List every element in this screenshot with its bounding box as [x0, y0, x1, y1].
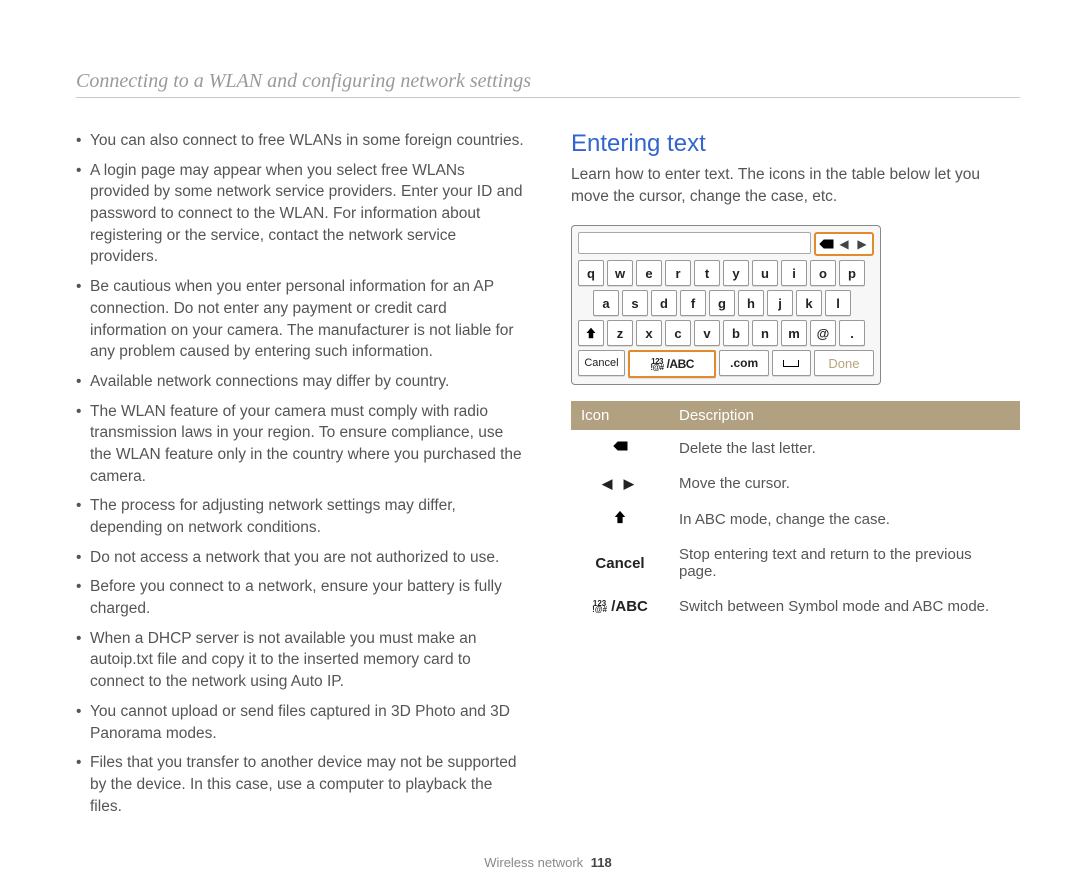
key[interactable]: l: [825, 290, 851, 316]
key[interactable]: v: [694, 320, 720, 346]
bullet-item: You cannot upload or send files captured…: [76, 701, 525, 744]
text-input[interactable]: [578, 232, 811, 254]
table-row: In ABC mode, change the case.: [571, 501, 1020, 537]
table-header-desc: Description: [669, 401, 1020, 430]
done-key[interactable]: Done: [814, 350, 874, 376]
page-number: 118: [591, 855, 612, 870]
sym-main: /ABC: [664, 357, 694, 371]
left-column: You can also connect to free WLANs in so…: [76, 130, 525, 825]
key[interactable]: e: [636, 260, 662, 286]
key[interactable]: m: [781, 320, 807, 346]
cursor-right-key[interactable]: ▶: [853, 235, 871, 253]
key[interactable]: f: [680, 290, 706, 316]
key[interactable]: c: [665, 320, 691, 346]
sym-sub: !@#: [650, 363, 663, 372]
section-intro: Learn how to enter text. The icons in th…: [571, 164, 1020, 207]
key[interactable]: x: [636, 320, 662, 346]
page-footer: Wireless network 118: [76, 825, 1020, 870]
shift-icon: [611, 511, 629, 528]
cursor-left-key[interactable]: ◀: [835, 235, 853, 253]
bullet-item: Do not access a network that you are not…: [76, 547, 525, 569]
table-row: 123 !@# /ABC Switch between Symbol mode …: [571, 589, 1020, 624]
key[interactable]: h: [738, 290, 764, 316]
bullet-item: Before you connect to a network, ensure …: [76, 576, 525, 619]
bullet-item: A login page may appear when you select …: [76, 160, 525, 268]
backspace-key[interactable]: [817, 235, 835, 253]
space-key[interactable]: [772, 350, 811, 376]
key[interactable]: .: [839, 320, 865, 346]
symbol-abc-key[interactable]: 123 !@# /ABC: [628, 350, 717, 378]
table-desc: Delete the last letter.: [669, 430, 1020, 466]
key[interactable]: p: [839, 260, 865, 286]
bullet-item: Available network connections may differ…: [76, 371, 525, 393]
key[interactable]: q: [578, 260, 604, 286]
table-row: Cancel Stop entering text and return to …: [571, 537, 1020, 589]
nav-key-group: ◀ ▶: [814, 232, 874, 256]
cursor-arrows-icon: ◀ ▶: [602, 476, 638, 491]
table-desc: In ABC mode, change the case.: [669, 501, 1020, 537]
bullet-item: Be cautious when you enter personal info…: [76, 276, 525, 363]
dotcom-key[interactable]: .com: [719, 350, 769, 376]
key[interactable]: r: [665, 260, 691, 286]
table-desc: Stop entering text and return to the pre…: [669, 537, 1020, 589]
table-row: ◀ ▶ Move the cursor.: [571, 466, 1020, 501]
key[interactable]: k: [796, 290, 822, 316]
key[interactable]: u: [752, 260, 778, 286]
key[interactable]: s: [622, 290, 648, 316]
cancel-label: Cancel: [571, 537, 669, 589]
bullet-item: You can also connect to free WLANs in so…: [76, 130, 525, 152]
bullet-item: Files that you transfer to another devic…: [76, 752, 525, 817]
key[interactable]: w: [607, 260, 633, 286]
table-header-icon: Icon: [571, 401, 669, 430]
table-row: Delete the last letter.: [571, 430, 1020, 466]
key[interactable]: b: [723, 320, 749, 346]
backspace-icon: [611, 440, 629, 457]
footer-section: Wireless network: [484, 855, 583, 870]
onscreen-keyboard: ◀ ▶ q w e r t y u i o p a s d f: [571, 225, 881, 385]
key[interactable]: j: [767, 290, 793, 316]
page-title: Connecting to a WLAN and configuring net…: [76, 70, 1020, 98]
bullet-item: The WLAN feature of your camera must com…: [76, 401, 525, 488]
key[interactable]: i: [781, 260, 807, 286]
key[interactable]: n: [752, 320, 778, 346]
shift-key[interactable]: [578, 320, 604, 346]
key[interactable]: a: [593, 290, 619, 316]
symbol-abc-icon: 123 !@# /ABC: [592, 598, 648, 615]
table-desc: Move the cursor.: [669, 466, 1020, 501]
cancel-key[interactable]: Cancel: [578, 350, 625, 376]
key[interactable]: d: [651, 290, 677, 316]
space-icon: [783, 360, 799, 367]
bullet-item: When a DHCP server is not available you …: [76, 628, 525, 693]
section-heading: Entering text: [571, 130, 1020, 158]
key[interactable]: @: [810, 320, 836, 346]
key[interactable]: o: [810, 260, 836, 286]
key[interactable]: y: [723, 260, 749, 286]
bullet-list: You can also connect to free WLANs in so…: [76, 130, 525, 817]
key[interactable]: t: [694, 260, 720, 286]
bullet-item: The process for adjusting network settin…: [76, 495, 525, 538]
table-desc: Switch between Symbol mode and ABC mode.: [669, 589, 1020, 624]
right-column: Entering text Learn how to enter text. T…: [571, 130, 1020, 825]
key[interactable]: z: [607, 320, 633, 346]
icon-table: Icon Description Delete the last letter.…: [571, 401, 1020, 624]
key[interactable]: g: [709, 290, 735, 316]
